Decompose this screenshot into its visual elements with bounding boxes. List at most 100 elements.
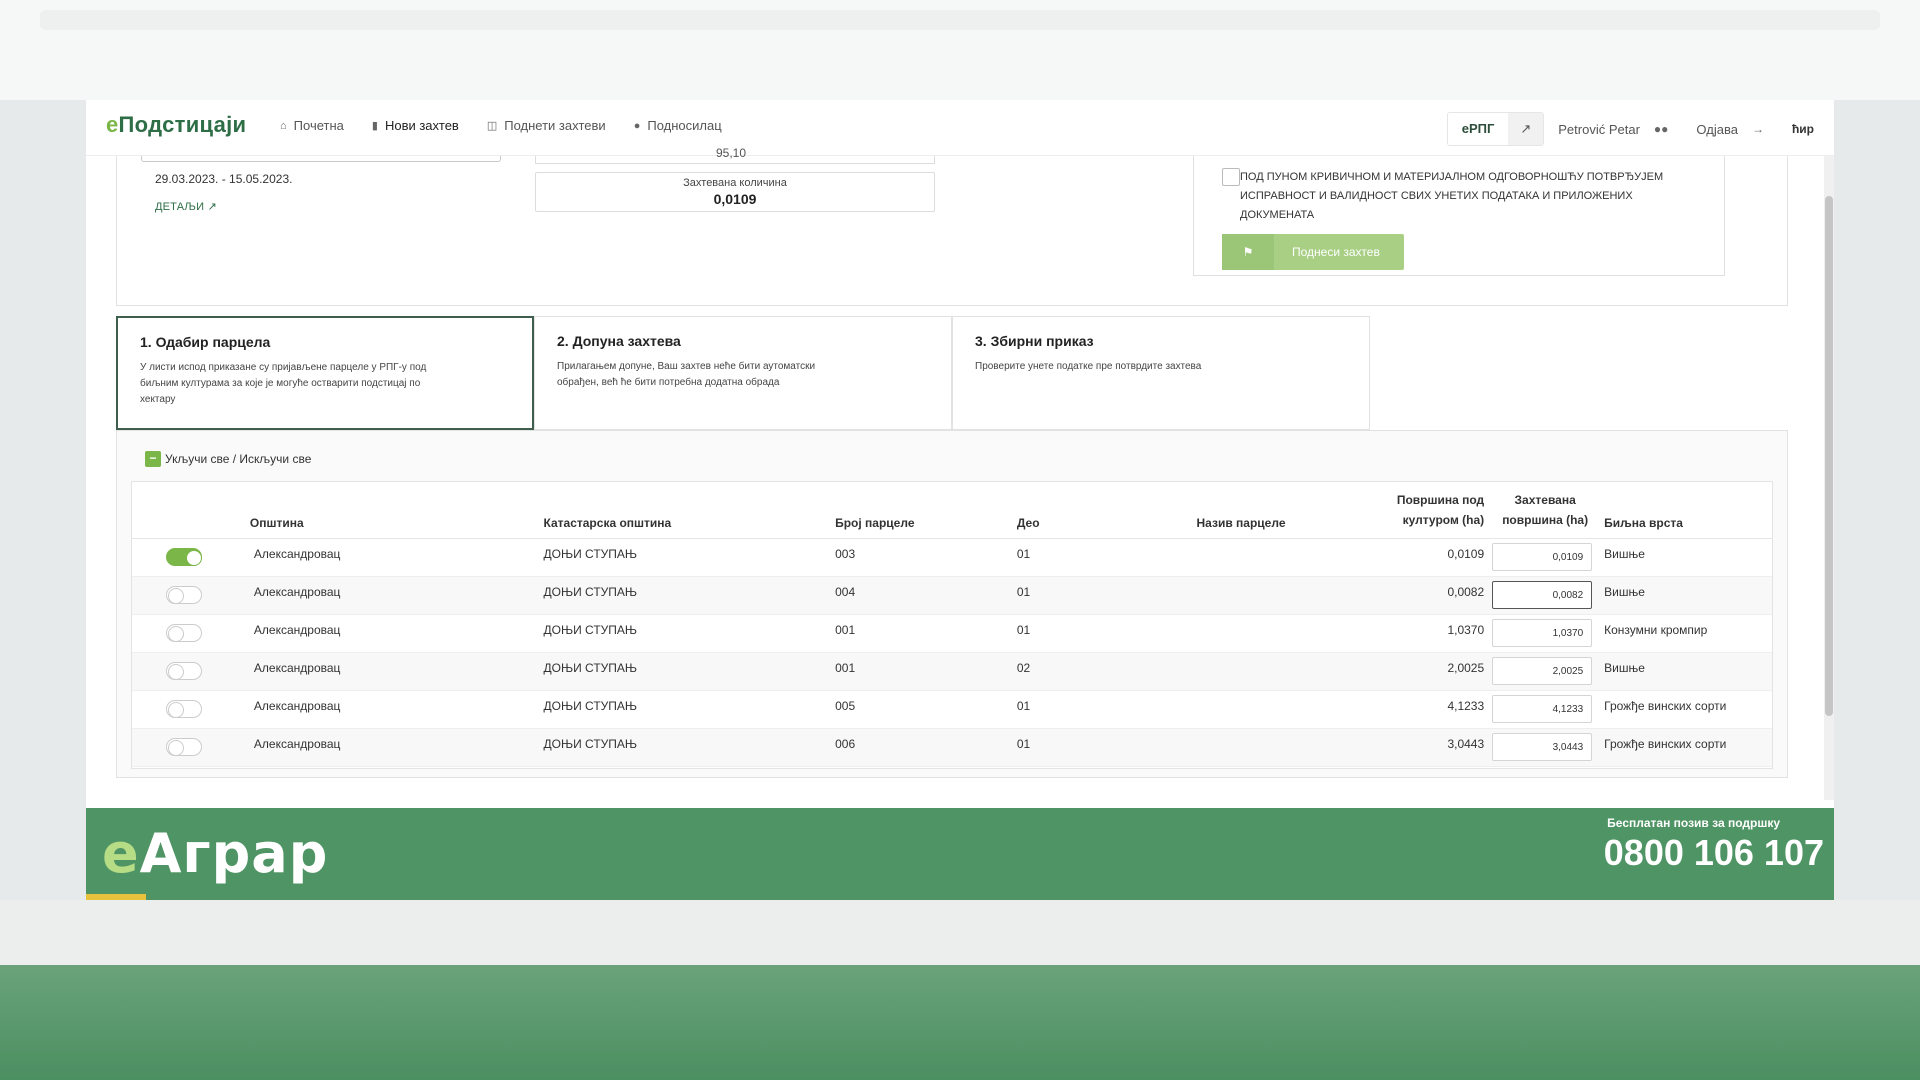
header-area-crop-line2: културом (ha)	[1402, 512, 1485, 527]
table-row: Александровац ДОЊИ СТУПАЊ 004 01 0,0082 …	[132, 576, 1772, 615]
backdrop-top	[0, 0, 1920, 100]
cell-parcel-name	[1196, 576, 1397, 615]
cell-area: 0,0082	[1396, 576, 1493, 615]
nav-home[interactable]: ⌂ Почетна	[280, 118, 344, 133]
support-label: Бесплатан позив за подршку	[1607, 816, 1780, 830]
cell-part: 01	[1016, 538, 1197, 577]
cell-cadastral: ДОЊИ СТУПАЊ	[543, 576, 836, 615]
cell-parcel-no: 003	[835, 538, 1017, 577]
step-title: 3. Збирни приказ	[975, 333, 1094, 349]
cell-parcel-name	[1196, 538, 1397, 577]
file-icon: ▮	[371, 120, 378, 132]
trophy-icon: ⚑	[1222, 234, 1274, 270]
header-cadastral: Катастарска општина	[543, 482, 836, 539]
nav-new-request-label: Нови захтев	[384, 118, 459, 133]
parcel-toggle-switch[interactable]	[166, 738, 202, 756]
cell-municipality: Александровац	[249, 652, 544, 691]
requested-area-input[interactable]	[1492, 695, 1593, 723]
quantity-remnant-value: 95,10	[716, 146, 747, 160]
page-scrollbar[interactable]	[1824, 156, 1834, 800]
header-requested-line1: Захтевана	[1514, 492, 1576, 507]
cell-toggle	[132, 576, 250, 615]
requested-quantity-label: Захтевана количина	[683, 177, 787, 189]
language-switch[interactable]: ћир	[1792, 122, 1814, 136]
toggle-all-button[interactable]: − Укључи све / Искључи све	[145, 451, 311, 467]
eagrar-logo-text: Аграр	[139, 822, 329, 885]
cell-parcel-name	[1196, 652, 1397, 691]
cell-toggle	[132, 728, 250, 767]
backdrop-left	[0, 100, 86, 960]
step-request-supplement[interactable]: 2. Допуна захтева Прилагањем допуне, Ваш…	[534, 316, 952, 430]
cell-cadastral: ДОЊИ СТУПАЊ	[543, 652, 836, 691]
submit-request-button[interactable]: ⚑ Поднеси захтев	[1222, 234, 1404, 270]
step-desc: У листи испод приказане су пријављене па…	[140, 362, 427, 405]
cell-requested	[1492, 576, 1599, 615]
parcel-toggle-switch[interactable]	[166, 662, 202, 680]
backdrop-bottom-light	[0, 900, 1920, 970]
requested-area-input[interactable]	[1492, 657, 1593, 685]
cell-area: 2,0025	[1396, 652, 1493, 691]
cell-parcel-name	[1196, 728, 1397, 767]
cell-parcel-no: 001	[835, 614, 1017, 653]
user-name[interactable]: Petrović Petar	[1558, 122, 1640, 137]
parcels-table: Општина Катастарска општина Број парцеле…	[132, 482, 1772, 767]
requested-quantity-box: Захтевана количина 0,0109	[535, 172, 935, 212]
brand-logo[interactable]: еПодстицаји	[106, 112, 246, 138]
main-nav: ⌂ Почетна ▮ Нови захтев ◫ Поднети захтев…	[280, 118, 722, 133]
cell-area: 1,0370	[1396, 614, 1493, 653]
nav-submitted-requests[interactable]: ◫ Поднети захтеви	[487, 118, 606, 133]
wizard-steps: 1. Одабир парцела У листи испод приказан…	[116, 316, 1370, 430]
requested-area-input[interactable]	[1492, 543, 1593, 571]
eagrar-logo-e: е	[102, 822, 140, 885]
requested-area-input[interactable]	[1492, 581, 1593, 609]
step-summary[interactable]: 3. Збирни приказ Проверите унете податке…	[952, 316, 1370, 430]
header-parcel-name: Назив парцеле	[1196, 482, 1397, 539]
header-area-crop-line1: Површина под	[1396, 492, 1485, 507]
step-parcel-selection[interactable]: 1. Одабир парцела У листи испод приказан…	[116, 316, 534, 430]
table-row: Александровац ДОЊИ СТУПАЊ 003 01 0,0109 …	[132, 538, 1772, 577]
erpg-button[interactable]: еРПГ	[1447, 113, 1509, 145]
parcel-toggle-switch[interactable]	[166, 548, 202, 566]
table-row: Александровац ДОЊИ СТУПАЊ 006 01 3,0443 …	[132, 728, 1772, 767]
header-toggle	[132, 482, 250, 539]
scrollbar-thumb[interactable]	[1825, 196, 1833, 716]
step-desc: Проверите унете податке пре потврдите за…	[975, 361, 1202, 372]
cell-cadastral: ДОЊИ СТУПАЊ	[543, 690, 836, 729]
logout-link[interactable]: Одјава	[1696, 122, 1738, 137]
cell-plant: Вишње	[1598, 576, 1772, 615]
backdrop-bottom	[0, 965, 1920, 1080]
parcels-table-wrap: Општина Катастарска општина Број парцеле…	[131, 481, 1773, 769]
users-icon[interactable]: ●●	[1654, 122, 1669, 136]
parcels-panel: − Укључи све / Искључи све Општина Катас…	[116, 430, 1788, 778]
home-icon: ⌂	[280, 119, 287, 132]
folder-icon: ◫	[486, 120, 498, 132]
cell-parcel-name	[1196, 614, 1397, 653]
declaration-checkbox[interactable]	[1222, 168, 1240, 186]
parcel-toggle-switch[interactable]	[166, 586, 202, 604]
requested-area-input[interactable]	[1492, 733, 1593, 761]
external-link-icon[interactable]: ↗	[1508, 113, 1544, 145]
eagrar-logo: еАграр	[102, 822, 328, 885]
cell-plant: Грожђе винских сорти	[1598, 728, 1772, 767]
parcel-toggle-switch[interactable]	[166, 700, 202, 718]
cell-parcel-no: 006	[835, 728, 1017, 767]
cell-cadastral: ДОЊИ СТУПАЊ	[543, 728, 836, 767]
table-row: Александровац ДОЊИ СТУПАЊ 005 01 4,1233 …	[132, 690, 1772, 729]
quantity-remnant-field: 95,10	[535, 146, 935, 164]
nav-new-request[interactable]: ▮ Нови захтев	[372, 118, 459, 133]
requested-area-input[interactable]	[1492, 619, 1593, 647]
cell-plant: Вишње	[1598, 652, 1772, 691]
nav-applicant[interactable]: ● Подносилац	[634, 118, 722, 133]
details-link[interactable]: ДЕТАЉИ ↗	[155, 200, 217, 213]
table-header-row: Општина Катастарска општина Број парцеле…	[132, 482, 1772, 539]
parcel-toggle-switch[interactable]	[166, 624, 202, 642]
cell-area: 3,0443	[1396, 728, 1493, 767]
header-part: Део	[1016, 482, 1197, 539]
support-phone[interactable]: 0800 106 107	[1604, 832, 1824, 874]
declaration-text: ПОД ПУНОМ КРИВИЧНОМ И МАТЕРИЈАЛНОМ ОДГОВ…	[1240, 171, 1664, 221]
cell-area: 4,1233	[1396, 690, 1493, 729]
cell-requested	[1492, 728, 1599, 767]
logout-icon[interactable]: →	[1752, 122, 1764, 136]
step-title: 1. Одабир парцела	[140, 334, 271, 350]
cell-municipality: Александровац	[249, 690, 544, 729]
